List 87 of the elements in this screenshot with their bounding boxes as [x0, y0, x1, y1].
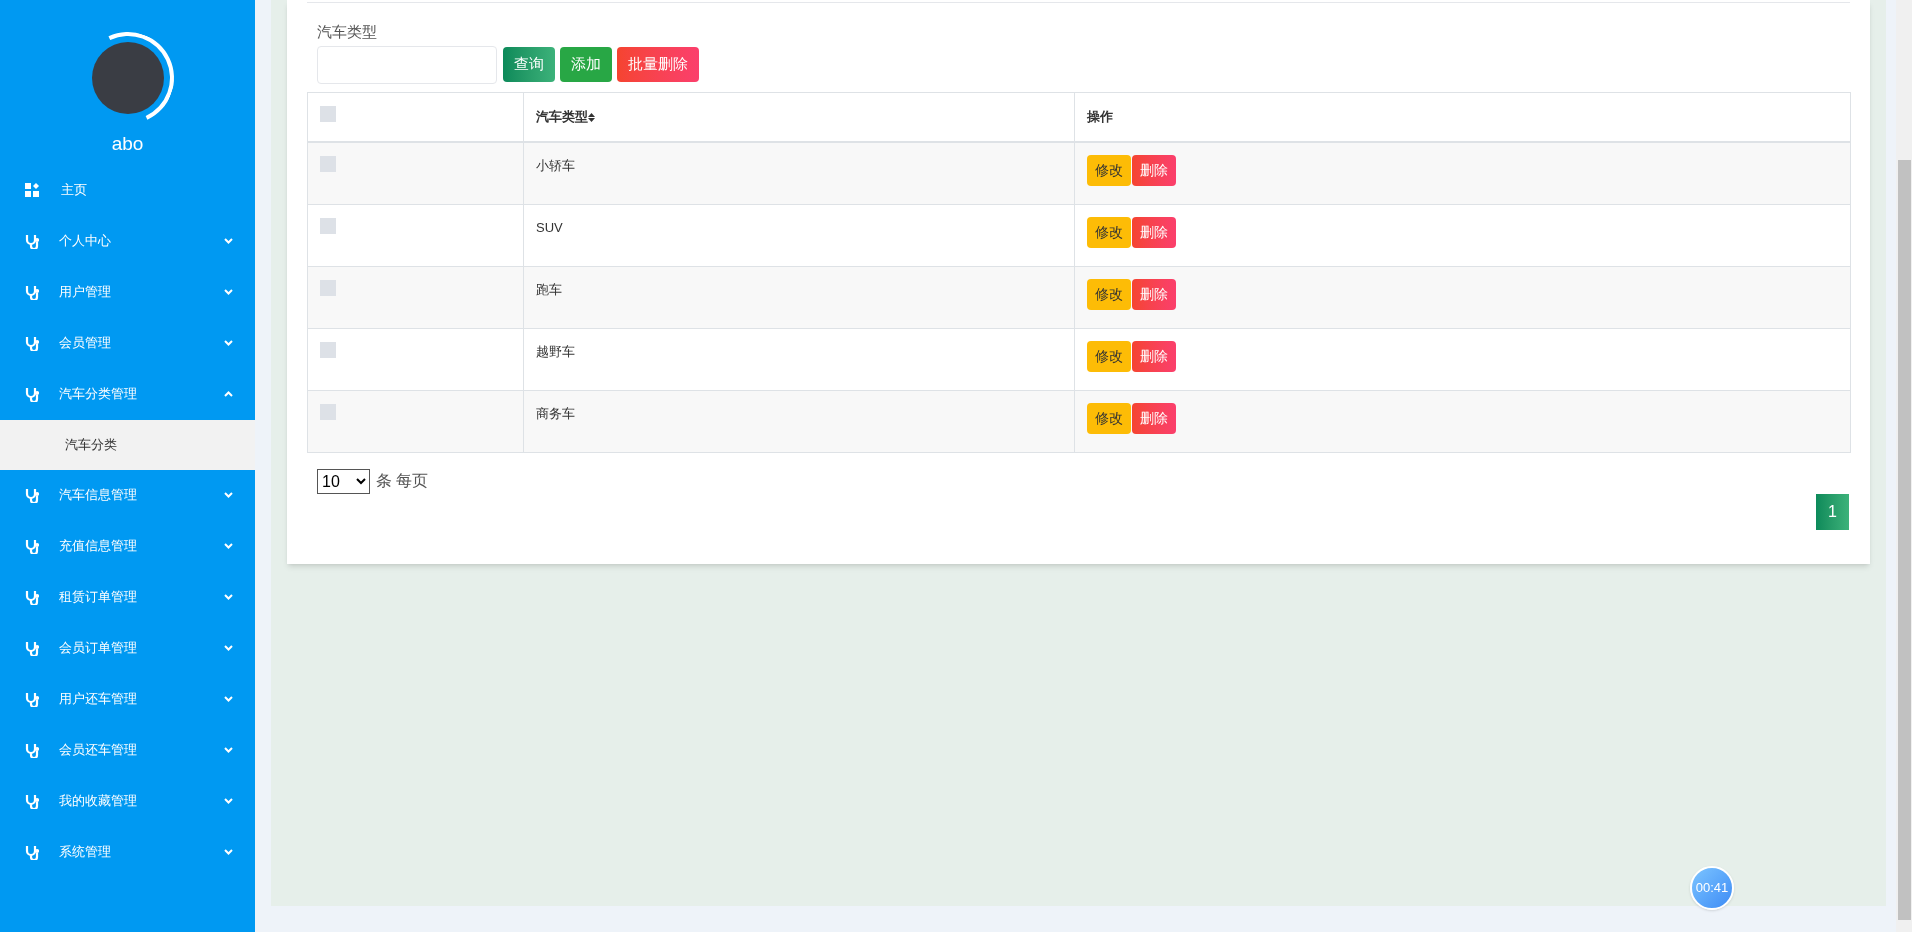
- menu-label: 个人中心: [59, 232, 111, 251]
- chevron-icon: [224, 340, 233, 346]
- toolbar-button[interactable]: 查询: [503, 47, 555, 82]
- checkbox[interactable]: [320, 279, 336, 296]
- edit-button[interactable]: 修改: [1087, 278, 1131, 310]
- toolbar-button[interactable]: 添加: [560, 47, 612, 82]
- submenu-item[interactable]: 汽车分类: [0, 419, 255, 470]
- chevron-icon: [224, 594, 233, 600]
- menu-item[interactable]: 用户还车管理: [0, 673, 255, 725]
- column-header[interactable]: 汽车类型: [536, 109, 588, 124]
- checkbox[interactable]: [320, 341, 336, 358]
- column-header: 操作: [1087, 109, 1113, 124]
- chevron-icon: [224, 238, 233, 244]
- edit-button[interactable]: 修改: [1087, 155, 1131, 186]
- edit-button[interactable]: 修改: [1087, 402, 1131, 434]
- delete-button[interactable]: 删除: [1132, 402, 1176, 434]
- menu-label: 主页: [61, 181, 87, 200]
- menu-label: 汽车信息管理: [59, 486, 137, 505]
- grid-icon: [25, 183, 39, 197]
- stethoscope-icon: [25, 742, 39, 758]
- checkbox[interactable]: [320, 105, 336, 122]
- menu-item[interactable]: 用户管理: [0, 266, 255, 318]
- menu-item[interactable]: 系统管理: [0, 826, 255, 878]
- checkbox[interactable]: [320, 217, 336, 234]
- delete-button[interactable]: 删除: [1132, 278, 1176, 310]
- menu-item[interactable]: 会员还车管理: [0, 724, 255, 776]
- chevron-icon: [224, 747, 233, 753]
- menu-label: 会员管理: [59, 334, 111, 353]
- menu-item[interactable]: 租赁订单管理: [0, 571, 255, 623]
- chevron-icon: [224, 645, 233, 651]
- scrollbar[interactable]: [1896, 0, 1912, 932]
- checkbox[interactable]: [320, 156, 336, 172]
- stethoscope-icon: [25, 487, 39, 503]
- search-label: 汽车类型: [317, 22, 378, 42]
- table-cell: SUV: [536, 219, 563, 235]
- menu-item[interactable]: 汽车信息管理: [0, 469, 255, 521]
- menu-item[interactable]: 汽车分类管理: [0, 368, 255, 420]
- stethoscope-icon: [25, 691, 39, 707]
- stethoscope-icon: [25, 589, 39, 605]
- menu-item[interactable]: 主页: [0, 164, 255, 216]
- sort-icon[interactable]: [588, 113, 595, 123]
- page-size-label: 条 每页: [376, 471, 429, 491]
- chevron-icon: [224, 289, 233, 295]
- menu-label: 系统管理: [59, 843, 111, 862]
- chevron-icon: [224, 492, 233, 498]
- page-size-select[interactable]: 10: [317, 468, 370, 494]
- menu-item[interactable]: 我的收藏管理: [0, 775, 255, 827]
- stethoscope-icon: [25, 844, 39, 860]
- chevron-icon: [224, 849, 233, 855]
- checkbox[interactable]: [320, 403, 336, 420]
- scrollbar-thumb[interactable]: [1898, 160, 1911, 920]
- stethoscope-icon: [25, 538, 39, 554]
- search-field[interactable]: [317, 45, 497, 84]
- stethoscope-icon: [25, 640, 39, 656]
- delete-button[interactable]: 删除: [1132, 216, 1176, 248]
- stethoscope-icon: [25, 386, 39, 402]
- table-cell: 小轿车: [536, 158, 575, 173]
- chevron-icon: [224, 696, 233, 702]
- edit-button[interactable]: 修改: [1087, 216, 1131, 248]
- delete-button[interactable]: 删除: [1132, 340, 1176, 372]
- stethoscope-icon: [25, 335, 39, 351]
- chevron-icon: [224, 798, 233, 804]
- page-button[interactable]: 1: [1816, 493, 1849, 530]
- menu-label: 会员订单管理: [59, 639, 137, 658]
- toolbar-button[interactable]: 批量删除: [617, 47, 699, 82]
- stethoscope-icon: [25, 284, 39, 300]
- menu-label: 租赁订单管理: [59, 588, 137, 607]
- delete-button[interactable]: 删除: [1132, 155, 1176, 186]
- edit-button[interactable]: 修改: [1087, 340, 1131, 372]
- menu-item[interactable]: 充值信息管理: [0, 520, 255, 572]
- chevron-icon: [224, 391, 233, 397]
- menu-label: 用户还车管理: [59, 690, 137, 709]
- username: abo: [111, 132, 144, 156]
- chevron-icon: [224, 543, 233, 549]
- table-cell: 跑车: [536, 281, 562, 297]
- menu-item[interactable]: 会员管理: [0, 317, 255, 369]
- menu-item[interactable]: 个人中心: [0, 215, 255, 267]
- stethoscope-icon: [25, 793, 39, 809]
- menu-label: 会员还车管理: [59, 741, 137, 760]
- table-cell: 越野车: [536, 343, 575, 359]
- menu-label: 汽车分类管理: [59, 385, 137, 404]
- table-cell: 商务车: [536, 405, 575, 421]
- menu-label: 用户管理: [59, 283, 111, 302]
- menu-label: 我的收藏管理: [59, 792, 137, 811]
- menu-item[interactable]: 会员订单管理: [0, 622, 255, 674]
- menu-label: 充值信息管理: [59, 537, 137, 556]
- stethoscope-icon: [25, 233, 39, 249]
